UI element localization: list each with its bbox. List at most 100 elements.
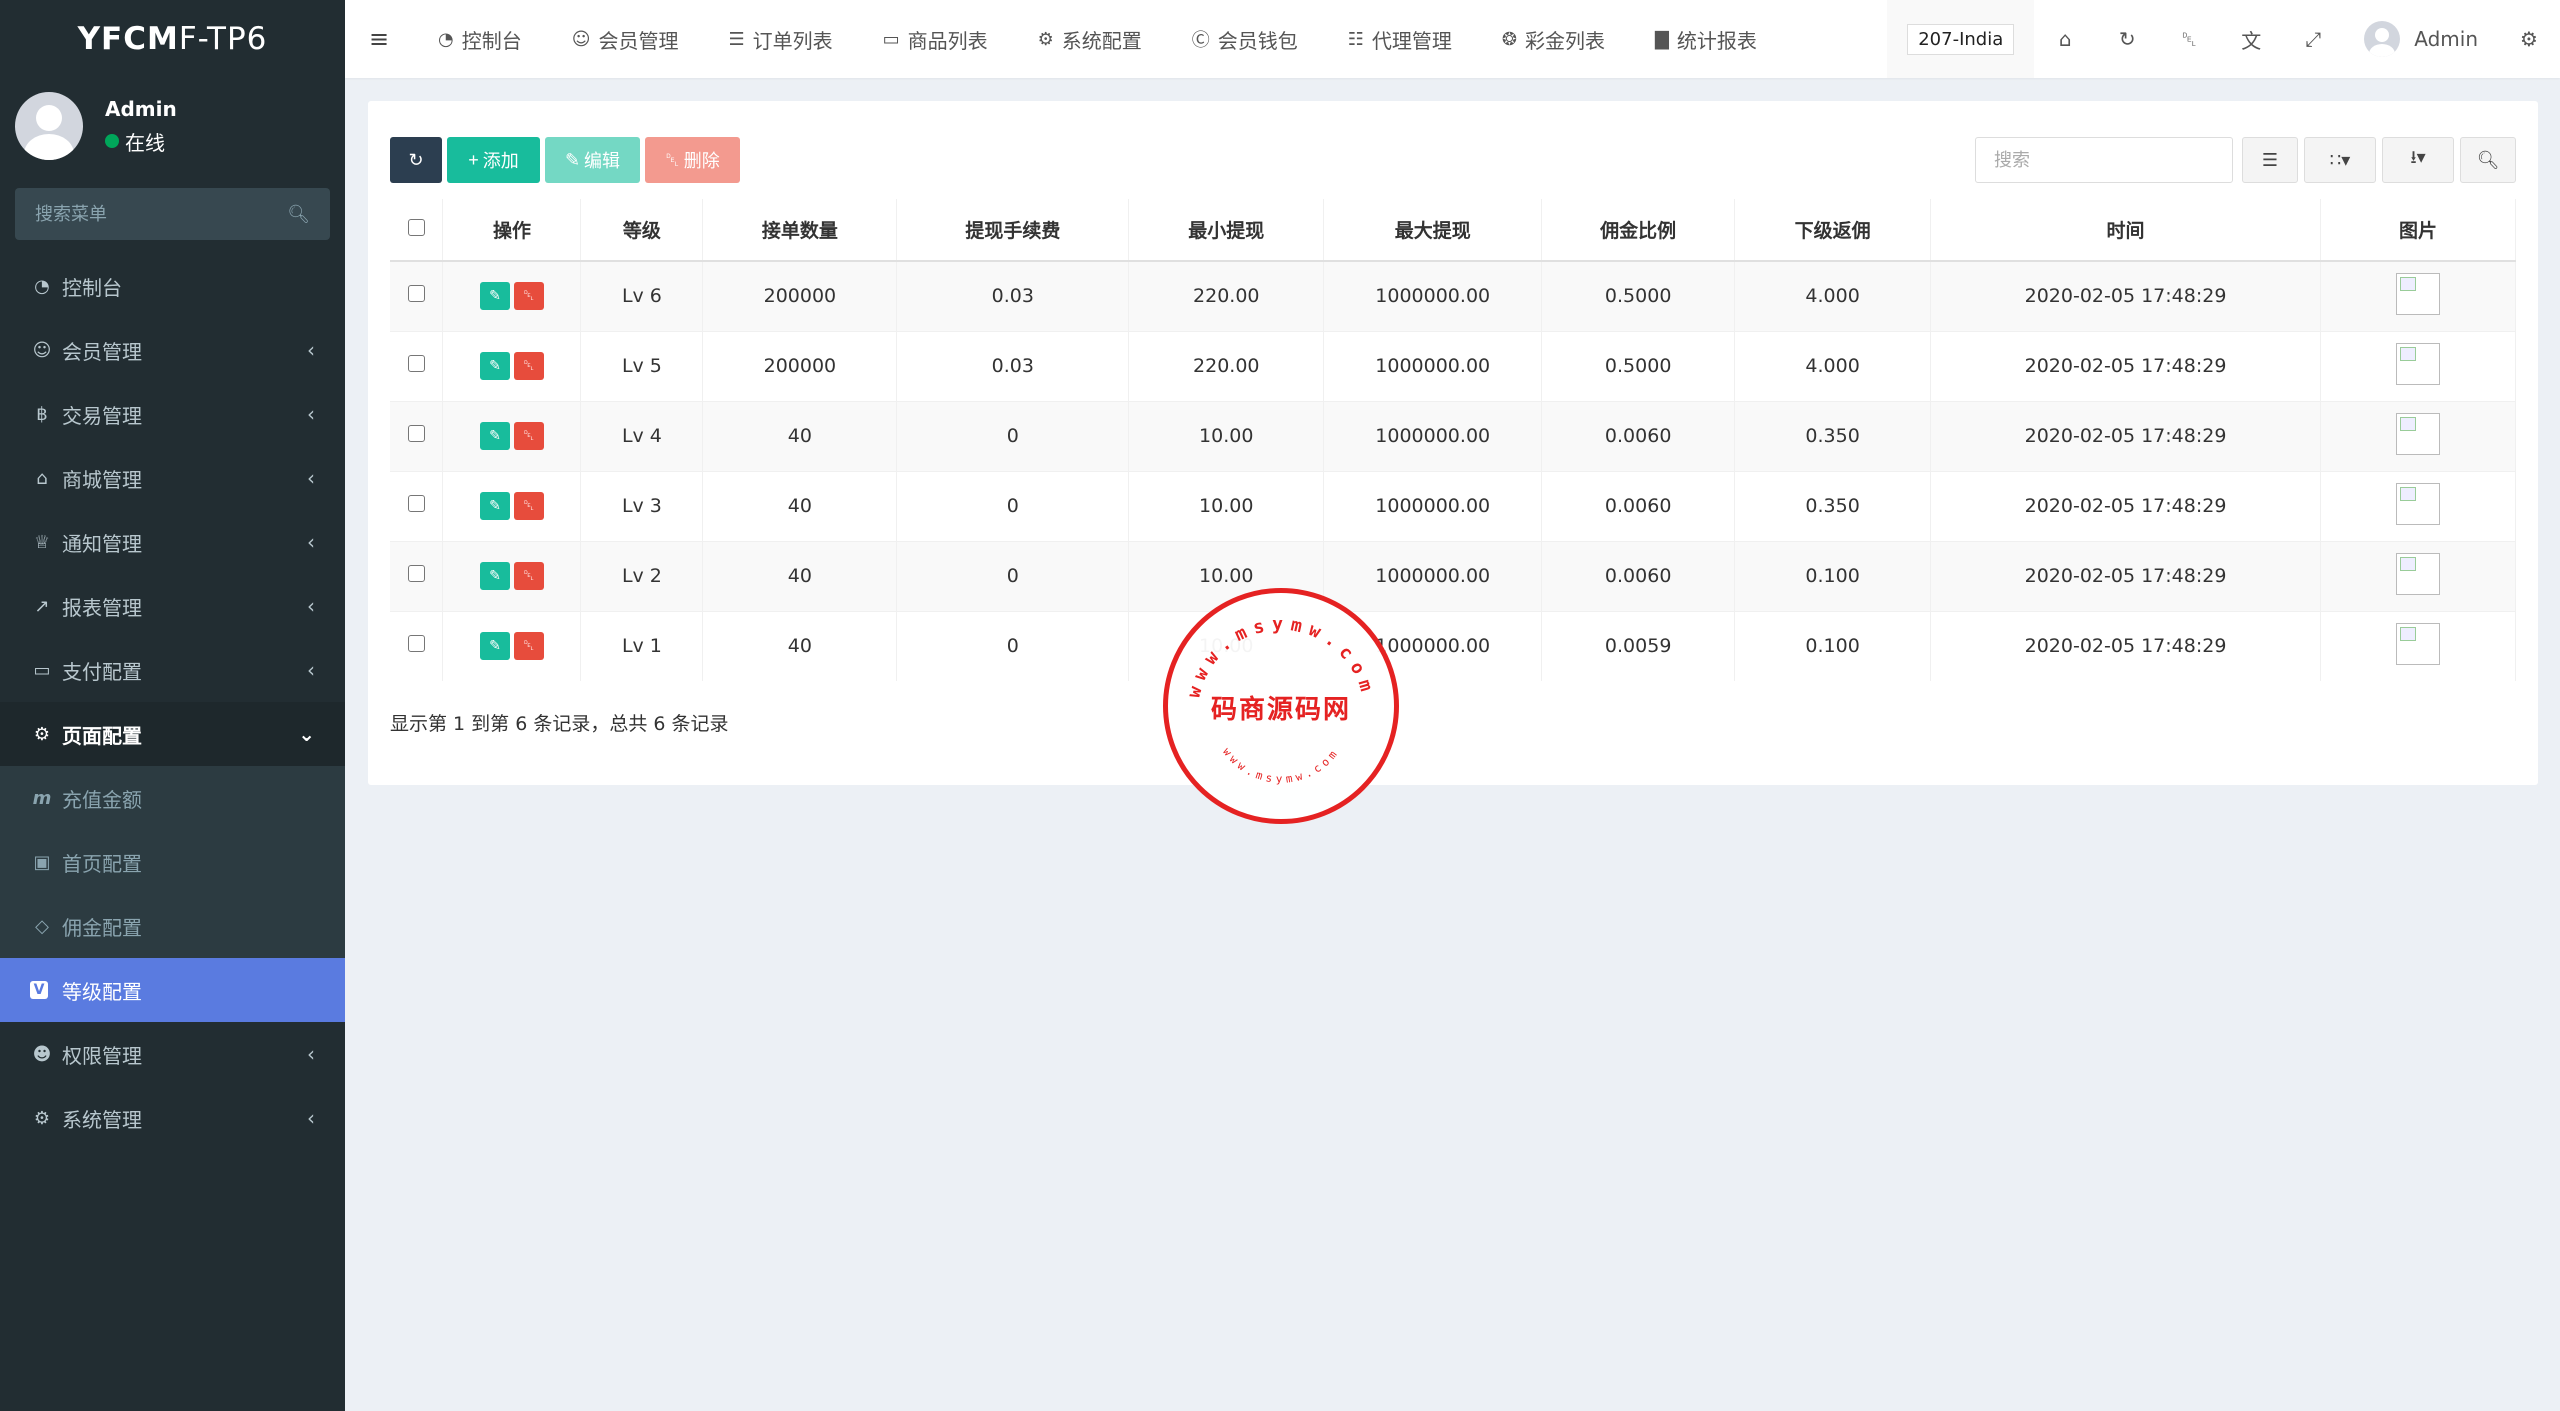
delete-row-icon[interactable]: ␡ <box>513 422 544 450</box>
delete-button[interactable]: ␡ 删除 <box>645 137 740 183</box>
table-row[interactable]: ✎␡Lv 140010.001000000.000.00590.1002020-… <box>390 610 2517 681</box>
trash-icon[interactable]: ␡ <box>2158 27 2220 51</box>
export-button[interactable]: ⭳▾ <box>2382 137 2454 183</box>
app-logo[interactable]: YFCM F-TP6 <box>0 0 345 78</box>
edit-row-icon[interactable]: ✎ <box>479 282 510 311</box>
broken-image-icon[interactable] <box>2395 622 2440 665</box>
cell-min: 220.00 <box>1128 260 1325 331</box>
nav-bonus[interactable]: ❂ 彩金列表 <box>1477 0 1630 78</box>
sidebar-item-permissions[interactable]: ☻ 权限管理 ‹ <box>0 1022 345 1086</box>
sidebar-search-input[interactable] <box>35 203 285 225</box>
menu-toggle-icon[interactable]: ≡ <box>345 25 413 53</box>
nav-members[interactable]: ☺ 会员管理 <box>547 0 704 78</box>
cogs-icon[interactable]: ⚙ <box>2498 27 2560 51</box>
nav-products[interactable]: ▭ 商品列表 <box>858 0 1013 78</box>
broken-image-icon[interactable] <box>2395 482 2440 525</box>
sidebar-item-system[interactable]: ⚙ 系统管理 ‹ <box>0 1086 345 1150</box>
row-checkbox[interactable] <box>407 495 425 512</box>
table-row[interactable]: ✎ ␡ Lv 2 40 0 10.00 1000000.00 0.0060 0.100 2020-… <box>390 540 2517 611</box>
sidebar-subitem-level-config[interactable]: V 等级配置 <box>0 958 345 1022</box>
col-orders[interactable]: 接单数量 <box>702 199 898 262</box>
desktop-icon: ▭ <box>882 28 900 50</box>
sidebar-item-members[interactable]: ☺ 会员管理 ‹ <box>0 318 345 382</box>
row-actions: ✎ ␡ <box>442 470 582 541</box>
col-time[interactable]: 时间 <box>1930 199 2321 262</box>
col-rebate[interactable]: 下级返佣 <box>1734 199 1932 262</box>
broken-image-icon[interactable] <box>2395 342 2440 385</box>
cell-time: 2020-02-05 17:48:29 <box>1930 330 2321 401</box>
broken-image-icon[interactable] <box>2395 412 2440 455</box>
country-selector[interactable]: 207-India <box>1887 0 2035 78</box>
refresh-button[interactable]: ↻ <box>390 137 442 183</box>
edit-row-icon[interactable]: ✎ <box>479 562 510 590</box>
gift-icon: ❂ <box>1501 28 1518 50</box>
table-search-input[interactable] <box>1975 137 2233 183</box>
nav-stats[interactable]: ▇ 统计报表 <box>1630 0 1782 78</box>
table-row[interactable]: ✎ ␡ Lv 3 40 0 10.00 1000000.00 0.0060 0.350 2020-… <box>390 470 2517 541</box>
nav-agents[interactable]: ☷ 代理管理 <box>1323 0 1477 78</box>
delete-row-icon[interactable]: ␡ <box>513 562 544 590</box>
nav-dashboard[interactable]: ◔ 控制台 <box>413 0 547 78</box>
trash-icon: ␡ <box>665 149 680 170</box>
broken-image-icon[interactable] <box>2395 272 2440 315</box>
sidebar-subitem-commission[interactable]: ◇ 佣金配置 <box>0 894 345 958</box>
row-actions: ✎ ␡ <box>442 260 582 331</box>
sidebar-item-page-config[interactable]: ⚙ 页面配置 ⌄ <box>0 702 345 766</box>
bar-chart-icon: ▇ <box>1655 28 1669 50</box>
edit-row-icon[interactable]: ✎ <box>479 632 510 661</box>
sidebar-item-trade[interactable]: ฿交易管理 ‹ <box>0 382 345 446</box>
nav-orders[interactable]: ☰ 订单列表 <box>703 0 857 78</box>
delete-row-icon[interactable]: ␡ <box>513 632 544 661</box>
col-rate[interactable]: 佣金比例 <box>1541 199 1736 262</box>
sidebar-subitem-recharge[interactable]: m 充值金额 <box>0 766 345 830</box>
sidebar-item-notify[interactable]: ♕ 通知管理 ‹ <box>0 510 345 574</box>
advanced-search-button[interactable]: 🔍︎ <box>2460 137 2516 183</box>
col-min[interactable]: 最小提现 <box>1128 199 1325 262</box>
nav-right-tools: 207-India ⌂ ↻ ␡ 文 ⤢ Admin ⚙ <box>1887 0 2560 78</box>
row-checkbox[interactable] <box>407 425 425 442</box>
edit-row-icon[interactable]: ✎ <box>479 422 510 450</box>
home-icon[interactable]: ⌂ <box>2034 27 2096 51</box>
col-level[interactable]: 等级 <box>580 199 704 262</box>
nav-wallet[interactable]: Ⓒ 会员钱包 <box>1167 0 1323 78</box>
edit-row-icon[interactable]: ✎ <box>479 352 510 380</box>
delete-row-icon[interactable]: ␡ <box>513 492 544 520</box>
edit-button[interactable]: ✎ 编辑 <box>545 137 640 183</box>
cell-max: 1000000.00 <box>1323 400 1543 471</box>
sidebar-item-reports[interactable]: ↗ 报表管理 ‹ <box>0 574 345 638</box>
cell-rate: 0.0060 <box>1541 540 1736 611</box>
cell-rebate: 0.100 <box>1734 610 1932 681</box>
add-button[interactable]: + 添加 <box>447 137 540 183</box>
columns-button[interactable]: ∷▾ <box>2304 137 2376 183</box>
sidebar-subitem-home-config[interactable]: ▣ 首页配置 <box>0 830 345 894</box>
refresh-icon[interactable]: ↻ <box>2096 27 2158 51</box>
table-row[interactable]: ✎ ␡ Lv 6 200000 0.03 220.00 1000000.00 0.5000 4.… <box>390 260 2517 331</box>
cell-fee: 0 <box>896 400 1130 471</box>
toggle-view-button[interactable]: ☰ <box>2242 137 2298 183</box>
nav-system-config[interactable]: ⚙ 系统配置 <box>1013 0 1167 78</box>
sitemap-icon: ☷ <box>1347 28 1364 50</box>
delete-row-icon[interactable]: ␡ <box>513 282 544 311</box>
table-row[interactable]: ✎ ␡ Lv 4 40 0 10.00 1000000.00 0.0060 0.350 2020-… <box>390 400 2517 471</box>
bell-icon: ♕ <box>33 531 51 553</box>
col-max[interactable]: 最大提现 <box>1323 199 1543 262</box>
row-checkbox[interactable] <box>407 635 425 653</box>
broken-image-icon[interactable] <box>2395 552 2440 595</box>
cell-time: 2020-02-05 17:48:29 <box>1930 610 2321 681</box>
search-icon[interactable]: 🔍︎ <box>287 204 310 225</box>
translate-icon[interactable]: 文 <box>2220 25 2282 54</box>
col-fee[interactable]: 提现手续费 <box>896 199 1130 262</box>
col-image: 图片 <box>2320 199 2517 262</box>
row-checkbox[interactable] <box>407 355 425 372</box>
table-row[interactable]: ✎ ␡ Lv 5 200000 0.03 220.00 1000000.00 0.5000 4.… <box>390 330 2517 401</box>
sidebar-item-dashboard[interactable]: ◔ 控制台 <box>0 254 345 318</box>
row-checkbox[interactable] <box>407 285 425 303</box>
fullscreen-icon[interactable]: ⤢ <box>2282 27 2344 51</box>
delete-row-icon[interactable]: ␡ <box>513 352 544 380</box>
row-checkbox[interactable] <box>407 565 425 582</box>
nav-user-menu[interactable]: Admin <box>2344 21 2498 57</box>
edit-row-icon[interactable]: ✎ <box>479 492 510 520</box>
sidebar-item-payment[interactable]: ▭ 支付配置 ‹ <box>0 638 345 702</box>
select-all-checkbox[interactable] <box>407 218 425 236</box>
sidebar-item-shop[interactable]: ⌂ 商城管理 ‹ <box>0 446 345 510</box>
